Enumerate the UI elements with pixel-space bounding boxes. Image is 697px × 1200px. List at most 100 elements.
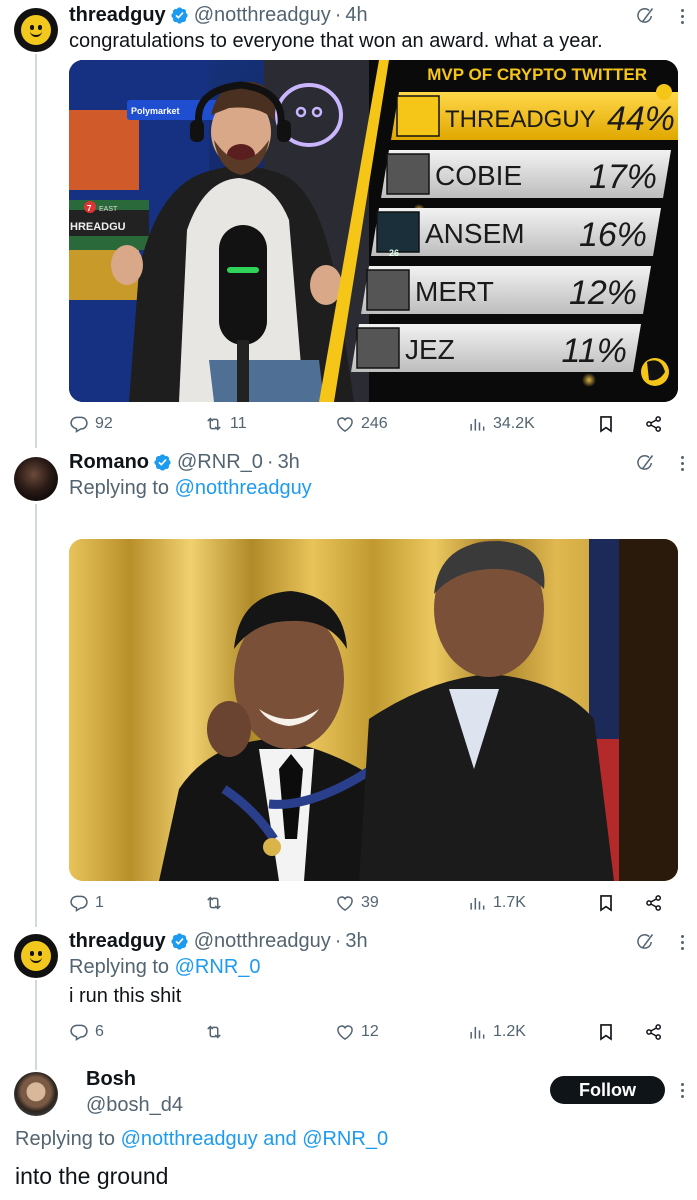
like-button[interactable]: 39 <box>335 893 379 913</box>
bookmark-button[interactable] <box>596 893 616 913</box>
share-icon <box>644 893 664 913</box>
like-button[interactable]: 12 <box>335 1022 379 1042</box>
share-button[interactable] <box>644 893 664 913</box>
timestamp[interactable]: 3h <box>345 930 367 953</box>
retweet-count: 11 <box>230 415 247 432</box>
separator-dot: · <box>334 4 342 26</box>
retweet-icon <box>204 414 224 434</box>
bookmark-icon <box>596 1022 616 1042</box>
reply-count: 6 <box>95 1023 104 1040</box>
replying-to: Replying to @notthreadguy <box>69 477 312 499</box>
reply-button[interactable]: 1 <box>69 893 104 913</box>
poll-avatar <box>396 95 440 137</box>
poll-avatar <box>366 269 410 311</box>
bookmark-button[interactable] <box>596 414 616 434</box>
thread-line <box>35 54 37 448</box>
polymarket-sign: Polymarket <box>131 106 180 116</box>
chart-title: MVP OF CRYPTO TWITTER <box>427 65 647 84</box>
like-icon <box>335 414 355 434</box>
share-icon <box>644 414 664 434</box>
reply-button[interactable]: 92 <box>69 414 113 434</box>
like-button[interactable]: 246 <box>335 414 388 434</box>
views-button[interactable]: 1.2K <box>467 1022 526 1042</box>
verified-icon <box>153 453 172 472</box>
poll-bars: THREADGUY 44% COBIE 17% ANSEM 16% MERT 12% JEZ 11… <box>351 92 678 372</box>
views-button[interactable]: 34.2K <box>467 414 535 434</box>
share-icon <box>644 1022 664 1042</box>
bookmark-icon <box>596 414 616 434</box>
grok-icon[interactable] <box>635 453 655 473</box>
replying-to: Replying to @notthreadguy and @RNR_0 <box>15 1128 389 1150</box>
verified-icon <box>170 6 189 25</box>
more-icon[interactable] <box>681 1083 685 1098</box>
more-icon[interactable] <box>681 935 685 950</box>
author-handle[interactable]: @RNR_0 <box>177 451 263 474</box>
mvp-graphic: Polymarket 7 EAST HREADGU MVP OF CRYPTO … <box>69 60 678 402</box>
mention-link[interactable]: @notthreadguy <box>175 477 312 499</box>
separator-dot: · <box>266 451 274 473</box>
bookmark-icon <box>596 893 616 913</box>
views-count: 1.2K <box>493 1023 526 1040</box>
reply-count: 1 <box>95 894 104 911</box>
retweet-button[interactable] <box>204 893 230 913</box>
views-count: 1.7K <box>493 894 526 911</box>
retweet-icon <box>204 893 224 913</box>
like-icon <box>335 1022 355 1042</box>
like-count: 12 <box>361 1023 379 1040</box>
replying-to: Replying to @RNR_0 <box>69 956 261 978</box>
reply-icon <box>69 1022 89 1042</box>
mention-link[interactable]: @RNR_0 <box>302 1128 388 1150</box>
poll-percent: 16% <box>579 216 647 254</box>
author-name[interactable]: threadguy <box>69 930 166 953</box>
avatar[interactable] <box>14 1072 58 1116</box>
grok-icon[interactable] <box>635 932 655 952</box>
author-handle[interactable]: @notthreadguy <box>194 930 331 953</box>
mention-link[interactable]: @RNR_0 <box>175 956 261 978</box>
bookmark-button[interactable] <box>596 1022 616 1042</box>
poll-name: JEZ <box>405 334 455 365</box>
more-icon[interactable] <box>681 9 685 24</box>
tweet-text: congratulations to everyone that won an … <box>69 30 603 52</box>
separator-dot: · <box>334 930 342 952</box>
tweet-header: threadguy @notthreadguy · 3h <box>69 930 368 953</box>
retweet-button[interactable]: 11 <box>204 414 247 434</box>
jersey-number: 26 <box>389 248 399 258</box>
like-icon <box>335 893 355 913</box>
tweet-media-image[interactable]: Polymarket 7 EAST HREADGU MVP OF CRYPTO … <box>69 60 678 402</box>
timestamp[interactable]: 4h <box>345 4 367 27</box>
author-name[interactable]: threadguy <box>69 4 166 27</box>
mention-link[interactable]: @notthreadguy <box>121 1128 258 1150</box>
reply-icon <box>69 893 89 913</box>
tweet-media-image[interactable] <box>69 539 678 881</box>
views-icon <box>467 414 487 434</box>
avatar[interactable] <box>14 934 58 978</box>
tweet-header: Romano @RNR_0 · 3h <box>69 451 300 474</box>
author-name[interactable]: Romano <box>69 451 149 474</box>
author-handle[interactable]: @notthreadguy <box>194 4 331 27</box>
thread-line <box>35 980 37 1070</box>
share-button[interactable] <box>644 414 664 434</box>
follow-button[interactable]: Follow <box>550 1076 665 1104</box>
poll-avatar <box>386 153 430 195</box>
reply-count: 92 <box>95 415 113 432</box>
like-count: 246 <box>361 415 388 432</box>
avatar[interactable] <box>14 457 58 501</box>
views-icon <box>467 1022 487 1042</box>
reply-button[interactable]: 6 <box>69 1022 104 1042</box>
views-icon <box>467 893 487 913</box>
more-icon[interactable] <box>681 456 685 471</box>
retweet-button[interactable] <box>204 1022 230 1042</box>
verified-icon <box>170 932 189 951</box>
timestamp[interactable]: 3h <box>278 451 300 474</box>
share-button[interactable] <box>644 1022 664 1042</box>
reply-icon <box>69 414 89 434</box>
banner-number: 7 <box>87 204 92 213</box>
poll-percent: 44% <box>607 100 675 138</box>
poll-percent: 11% <box>561 332 627 370</box>
banner-small: EAST <box>99 206 118 213</box>
views-button[interactable]: 1.7K <box>467 893 526 913</box>
avatar[interactable] <box>14 8 58 52</box>
poll-avatar <box>376 211 420 253</box>
grok-icon[interactable] <box>635 6 655 26</box>
tweet-text: into the ground <box>15 1163 169 1189</box>
